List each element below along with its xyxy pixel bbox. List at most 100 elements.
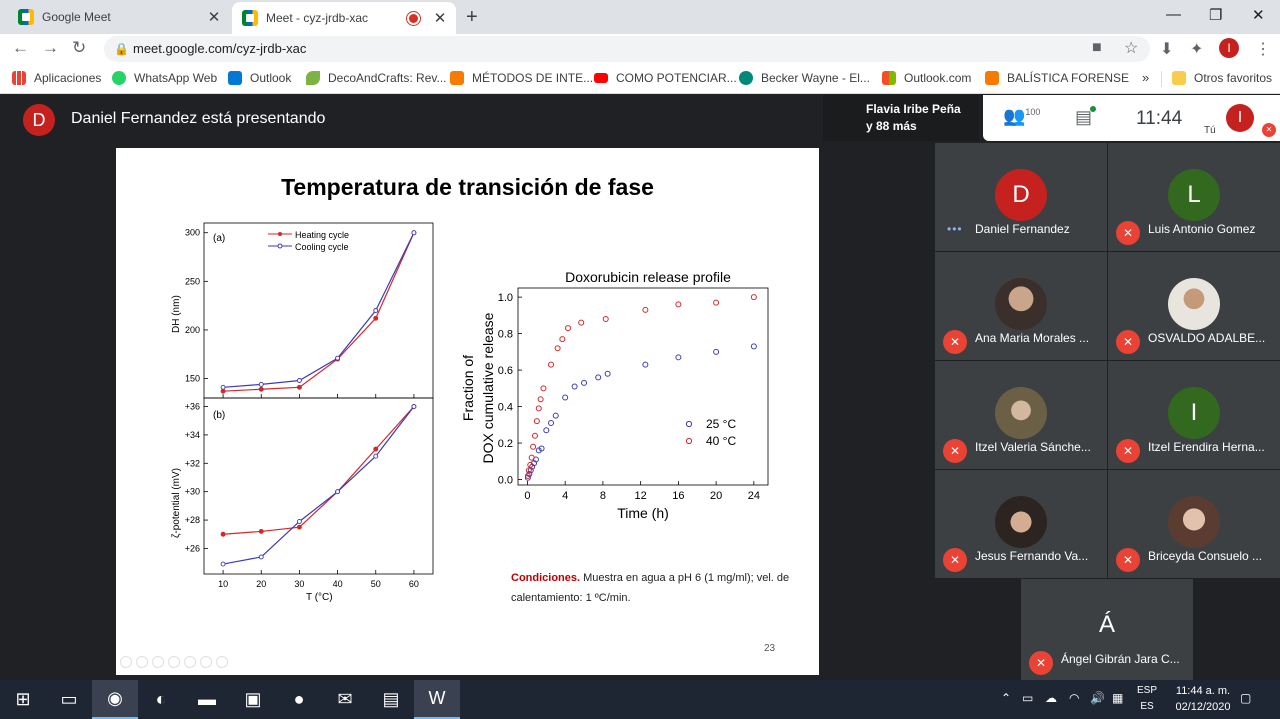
bookmark-item[interactable]: COMO POTENCIAR... bbox=[594, 71, 737, 85]
participant-tile[interactable]: I ✕ Itzel Erendira Herna... bbox=[1108, 361, 1280, 469]
edge-taskbar-icon[interactable]: ◐ bbox=[138, 680, 184, 719]
y-tick-label: +34 bbox=[185, 430, 200, 440]
chart-b-xlabel: T (°C) bbox=[306, 592, 333, 603]
participant-name: Ana Maria Morales ... bbox=[975, 331, 1090, 345]
series-line bbox=[222, 406, 415, 565]
blogger-icon bbox=[985, 71, 999, 85]
download-icon[interactable]: ⬇ bbox=[1160, 39, 1173, 59]
zoom-icon[interactable] bbox=[184, 656, 196, 668]
presentation-slide: Temperatura de transición de fase (a) (b… bbox=[116, 148, 819, 675]
more-icon[interactable] bbox=[216, 656, 228, 668]
meeting-clock: 11:44 bbox=[1136, 108, 1183, 129]
address-bar[interactable]: 🔒 meet.google.com/cyz-jrdb-xac ■ ☆ bbox=[104, 36, 1150, 62]
next-slide-icon[interactable] bbox=[136, 656, 148, 668]
legend-cooling-label: Cooling cycle bbox=[295, 242, 349, 252]
word-taskbar-icon[interactable]: W bbox=[414, 680, 460, 719]
cloud-icon[interactable]: ☁ bbox=[1045, 691, 1057, 705]
participant-tile[interactable]: ✕ Ana Maria Morales ... bbox=[935, 252, 1107, 360]
monitor-taskbar-icon[interactable]: ▤ bbox=[368, 680, 414, 719]
camera-icon[interactable]: ■ bbox=[1092, 39, 1102, 57]
chrome-taskbar-icon[interactable]: ◉ bbox=[92, 680, 138, 719]
participant-name: Jesus Fernando Va... bbox=[975, 549, 1089, 563]
mic-off-icon: ✕ bbox=[1029, 651, 1053, 675]
bookmark-item[interactable]: Outlook.com bbox=[882, 71, 971, 85]
chart-b-panel-label: (b) bbox=[213, 410, 225, 421]
prev-slide-icon[interactable] bbox=[120, 656, 132, 668]
data-point bbox=[540, 385, 547, 392]
notifications-icon[interactable]: ▢ bbox=[1240, 691, 1251, 705]
bookmark-item[interactable]: DecoAndCrafts: Rev... bbox=[306, 71, 447, 85]
close-tab-icon[interactable]: ✕ bbox=[430, 9, 450, 27]
store-taskbar-icon[interactable]: ▣ bbox=[230, 680, 276, 719]
x-tick-label: 8 bbox=[600, 490, 606, 502]
data-point bbox=[373, 308, 379, 313]
participant-photo bbox=[995, 496, 1047, 548]
data-point bbox=[581, 379, 588, 386]
y-tick-label: 250 bbox=[185, 276, 200, 286]
other-favorites-folder[interactable]: Otros favoritos bbox=[1172, 71, 1272, 85]
windows-start-icon[interactable]: ⊞ bbox=[0, 680, 46, 719]
new-tab-button[interactable]: + bbox=[466, 6, 478, 29]
bookmark-item[interactable]: WhatsApp Web bbox=[112, 71, 217, 85]
back-icon[interactable]: ← bbox=[12, 38, 29, 58]
firefox-taskbar-icon[interactable]: ● bbox=[276, 680, 322, 719]
data-point bbox=[258, 386, 264, 392]
menu-kebab-icon[interactable]: ⋮ bbox=[1255, 39, 1271, 59]
bookmark-item[interactable]: Becker Wayne - El... bbox=[739, 71, 870, 85]
participant-tile[interactable]: L ✕ Luis Antonio Gomez bbox=[1108, 143, 1280, 251]
extensions-icon[interactable]: ✦ bbox=[1190, 39, 1203, 59]
input-language[interactable]: ESP ES bbox=[1137, 683, 1157, 715]
y-tick-label: 0.4 bbox=[498, 402, 513, 414]
taskbar-clock[interactable]: 11:44 a. m. 02/12/2020 bbox=[1163, 683, 1243, 715]
tab-meet-active[interactable]: Meet - cyz-jrdb-xac ✕ bbox=[232, 2, 456, 34]
mic-off-icon: ✕ bbox=[943, 548, 967, 572]
mail-taskbar-icon[interactable]: ✉ bbox=[322, 680, 368, 719]
bookmark-item[interactable]: BALÍSTICA FORENSE bbox=[985, 71, 1129, 85]
profile-avatar[interactable]: I bbox=[1219, 38, 1239, 58]
close-tab-icon[interactable]: ✕ bbox=[204, 8, 224, 26]
bookmarks-more-button[interactable]: » bbox=[1142, 70, 1149, 85]
chart-c-marks: 0.0 0.2 0.4 0.6 0.8 1.0 0 4 8 12 16 20 24 bbox=[498, 292, 760, 502]
data-point bbox=[675, 354, 682, 361]
antivirus-icon[interactable]: ▦ bbox=[1112, 691, 1123, 705]
task-view-icon[interactable]: ▭ bbox=[46, 680, 92, 719]
bookmark-item[interactable]: Aplicaciones bbox=[12, 71, 101, 85]
data-point bbox=[713, 299, 720, 306]
star-icon[interactable]: ☆ bbox=[1124, 38, 1138, 58]
url-text: meet.google.com/cyz-jrdb-xac bbox=[133, 41, 307, 56]
battery-icon[interactable]: ▭ bbox=[1022, 691, 1033, 705]
reload-icon[interactable]: ↻ bbox=[72, 38, 86, 58]
chart-a-panel-label: (a) bbox=[213, 233, 225, 244]
y-tick-label: +28 bbox=[185, 515, 200, 525]
bookmarks-bar: Aplicaciones WhatsApp Web Outlook DecoAn… bbox=[0, 64, 1280, 94]
participant-tile[interactable]: ✕ OSVALDO ADALBE... bbox=[1108, 252, 1280, 360]
participant-tile[interactable]: D ••• Daniel Fernandez bbox=[935, 143, 1107, 251]
view-icon[interactable] bbox=[168, 656, 180, 668]
tab-google-meet[interactable]: Google Meet ✕ bbox=[8, 0, 230, 34]
participant-tile[interactable]: ✕ Jesus Fernando Va... bbox=[935, 470, 1107, 578]
pen-icon[interactable] bbox=[152, 656, 164, 668]
tab-title: Google Meet bbox=[42, 10, 111, 24]
bookmark-item[interactable]: MÉTODOS DE INTE... bbox=[450, 71, 593, 85]
wifi-icon[interactable]: ◠ bbox=[1069, 691, 1079, 705]
folder-taskbar-icon[interactable]: ▬ bbox=[184, 680, 230, 719]
maximize-icon[interactable]: ❐ bbox=[1209, 6, 1222, 24]
legend-heating-marker bbox=[278, 232, 282, 236]
participant-photo bbox=[995, 278, 1047, 330]
close-window-icon[interactable]: ✕ bbox=[1252, 6, 1265, 24]
participants-button[interactable]: 👥100 bbox=[1003, 106, 1040, 127]
x-tick-label: 24 bbox=[748, 490, 760, 502]
grid-icon[interactable] bbox=[200, 656, 212, 668]
meet-controls-panel: 👥100 ▤ 11:44 Tú I ✕ bbox=[983, 95, 1280, 141]
forward-icon[interactable]: → bbox=[42, 38, 59, 58]
bookmark-item[interactable]: Outlook bbox=[228, 71, 291, 85]
lock-icon: 🔒 bbox=[114, 42, 129, 56]
participant-tile[interactable]: ✕ Itzel Valeria Sánche... bbox=[935, 361, 1107, 469]
data-point bbox=[750, 294, 757, 301]
volume-icon[interactable]: 🔊 bbox=[1090, 691, 1105, 705]
chevron-up-icon[interactable]: ⌃ bbox=[1001, 691, 1011, 705]
self-avatar[interactable]: I bbox=[1226, 104, 1254, 132]
minimize-icon[interactable]: — bbox=[1166, 6, 1181, 23]
participant-tile[interactable]: Á ✕ Ángel Gibrán Jara C... bbox=[1021, 579, 1193, 680]
participant-tile[interactable]: ✕ Briceyda Consuelo ... bbox=[1108, 470, 1280, 578]
